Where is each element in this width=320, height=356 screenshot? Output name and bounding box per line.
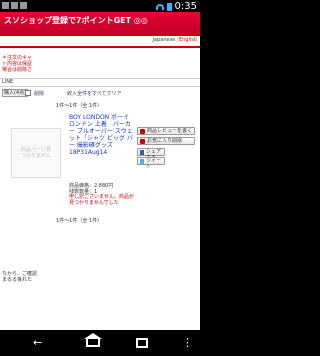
write-review-label: 商品レビューを書く (147, 128, 193, 134)
delete-link[interactable]: 削除 (34, 90, 44, 97)
item-not-found-message: 申し訳ございません。商品が見つかりませんでした (69, 194, 134, 206)
note-line: 場合は削除さ (2, 67, 33, 73)
write-review-button[interactable]: 商品レビューを書く (137, 127, 195, 135)
notification-icon (2, 2, 9, 9)
twitter-icon (140, 159, 144, 164)
facebook-icon (140, 150, 144, 155)
notification-icon (11, 2, 18, 9)
item-thumbnail[interactable]: 商品ページ見 つかりません (11, 128, 61, 178)
android-nav-bar: ← ⋮ (0, 330, 200, 356)
twitter-tweet-button[interactable]: ツイート (137, 157, 165, 170)
back-icon[interactable]: ← (33, 337, 42, 348)
language-japanese[interactable]: Japanese (153, 37, 176, 43)
notification-icons (2, 2, 27, 9)
facebook-share-button[interactable]: シェアする (137, 148, 165, 161)
heart-icon (140, 139, 145, 144)
clear-all-link[interactable]: 絞入全件をすべてクリア (67, 90, 121, 97)
cart-controls: 購入(4点) 削除 絞入全件をすべてクリア (0, 87, 200, 99)
remove-favorite-button[interactable]: お気に入り削除 (137, 137, 195, 145)
notification-icon (20, 2, 27, 9)
cart-notes: ＊注文のキャ ト内容は保証 場合は削除さ (0, 55, 200, 73)
status-time: 0:35 (174, 1, 197, 12)
remove-favorite-label: お気に入り削除 (147, 138, 183, 144)
home-icon[interactable] (84, 333, 102, 347)
menu-icon[interactable]: ⋮ (182, 337, 193, 348)
status-bar: 0:35 (0, 0, 200, 12)
cart-header: LINE (0, 78, 200, 87)
promo-banner[interactable]: スソショップ登録で7ポイントGET ◎◎ (0, 12, 200, 34)
divider (0, 46, 200, 48)
pencil-icon (140, 129, 145, 134)
result-count: 1件～1件（全 1件） (56, 103, 103, 109)
select-all-checkbox[interactable] (25, 90, 31, 96)
item-title-link[interactable]: BOY LONDON ボーイロンドン 上着 パーカー プルオーバー スウェット「… (69, 114, 135, 156)
bottom-links: ちから、ご確認 まるる良れた (2, 271, 37, 283)
bottom-link[interactable]: まるる良れた (2, 277, 37, 283)
recent-apps-icon[interactable] (136, 338, 148, 348)
language-switch: Japanese|English (152, 37, 197, 43)
result-count: 1件～1件（全 1件） (56, 218, 103, 224)
thumbnail-placeholder-text: 商品ページ見 つかりません (21, 147, 51, 159)
wifi-icon (155, 3, 164, 10)
language-english[interactable]: English (179, 37, 197, 43)
battery-icon (166, 2, 172, 11)
